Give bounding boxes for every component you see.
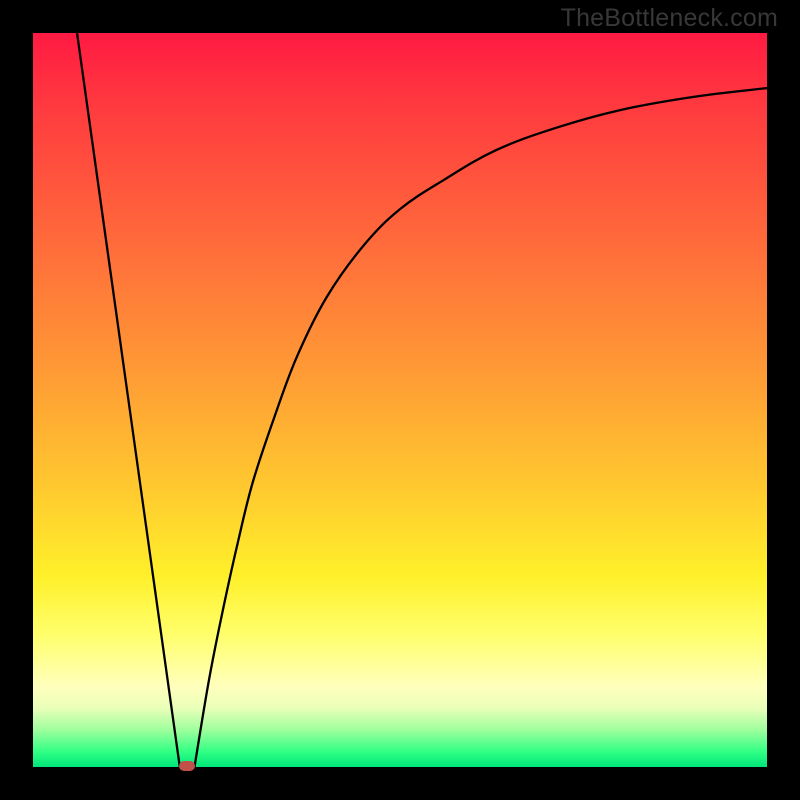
curve-svg xyxy=(33,33,767,767)
watermark-text: TheBottleneck.com xyxy=(561,4,778,33)
chart-frame: TheBottleneck.com xyxy=(0,0,800,800)
minimum-marker xyxy=(179,761,195,771)
curve-left-descent xyxy=(77,33,180,767)
plot-area xyxy=(33,33,767,767)
curve-right-ascent xyxy=(194,88,767,767)
